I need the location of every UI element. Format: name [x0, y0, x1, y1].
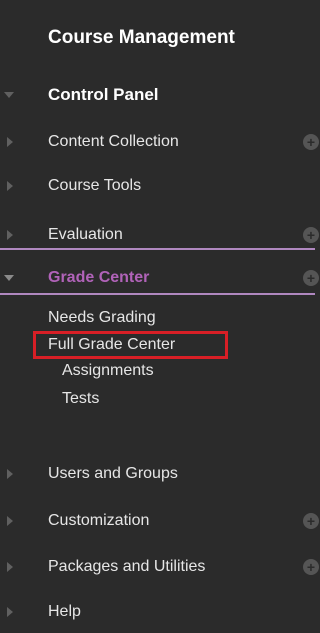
packages-and-utilities-label: Packages and Utilities: [48, 558, 206, 575]
triangle-right-icon: [7, 137, 13, 147]
active-section-divider-bottom: [0, 293, 315, 295]
plus-circle-icon[interactable]: +: [303, 559, 319, 575]
triangle-down-icon: [4, 92, 14, 98]
plus-circle-icon[interactable]: +: [303, 270, 319, 286]
triangle-down-icon: [4, 275, 14, 281]
triangle-right-icon: [7, 607, 13, 617]
plus-circle-icon[interactable]: +: [303, 134, 319, 150]
control-panel-label: Control Panel: [48, 85, 159, 104]
menu-item-help[interactable]: Help: [0, 596, 315, 628]
content-collection-label: Content Collection: [48, 133, 179, 150]
panel-title: Course Management: [48, 27, 235, 48]
menu-item-grade-center[interactable]: Grade Center +: [0, 262, 319, 294]
evaluation-label: Evaluation: [48, 226, 123, 243]
help-label: Help: [48, 603, 81, 620]
active-section-divider-top: [0, 248, 315, 250]
submenu-tests[interactable]: Tests: [62, 390, 99, 408]
grade-center-label: Grade Center: [48, 269, 150, 286]
course-tools-label: Course Tools: [48, 177, 142, 194]
submenu-needs-grading[interactable]: Needs Grading: [48, 309, 156, 327]
course-management-panel: Course Management Control Panel Content …: [0, 0, 319, 633]
menu-item-content-collection[interactable]: Content Collection +: [0, 126, 319, 158]
triangle-right-icon: [7, 181, 13, 191]
menu-item-users-and-groups[interactable]: Users and Groups: [0, 458, 315, 490]
menu-item-evaluation[interactable]: Evaluation +: [0, 219, 319, 251]
menu-item-customization[interactable]: Customization +: [0, 505, 319, 537]
users-and-groups-label: Users and Groups: [48, 465, 178, 482]
customization-label: Customization: [48, 512, 150, 529]
submenu-assignments[interactable]: Assignments: [62, 362, 154, 380]
triangle-right-icon: [7, 516, 13, 526]
plus-circle-icon[interactable]: +: [303, 513, 319, 529]
highlight-box: [33, 331, 228, 359]
plus-circle-icon[interactable]: +: [303, 227, 319, 243]
triangle-right-icon: [7, 230, 13, 240]
triangle-right-icon: [7, 562, 13, 572]
triangle-right-icon: [7, 469, 13, 479]
menu-item-course-tools[interactable]: Course Tools: [0, 170, 315, 202]
control-panel-header[interactable]: Control Panel: [0, 79, 315, 111]
menu-item-packages-and-utilities[interactable]: Packages and Utilities +: [0, 551, 319, 583]
